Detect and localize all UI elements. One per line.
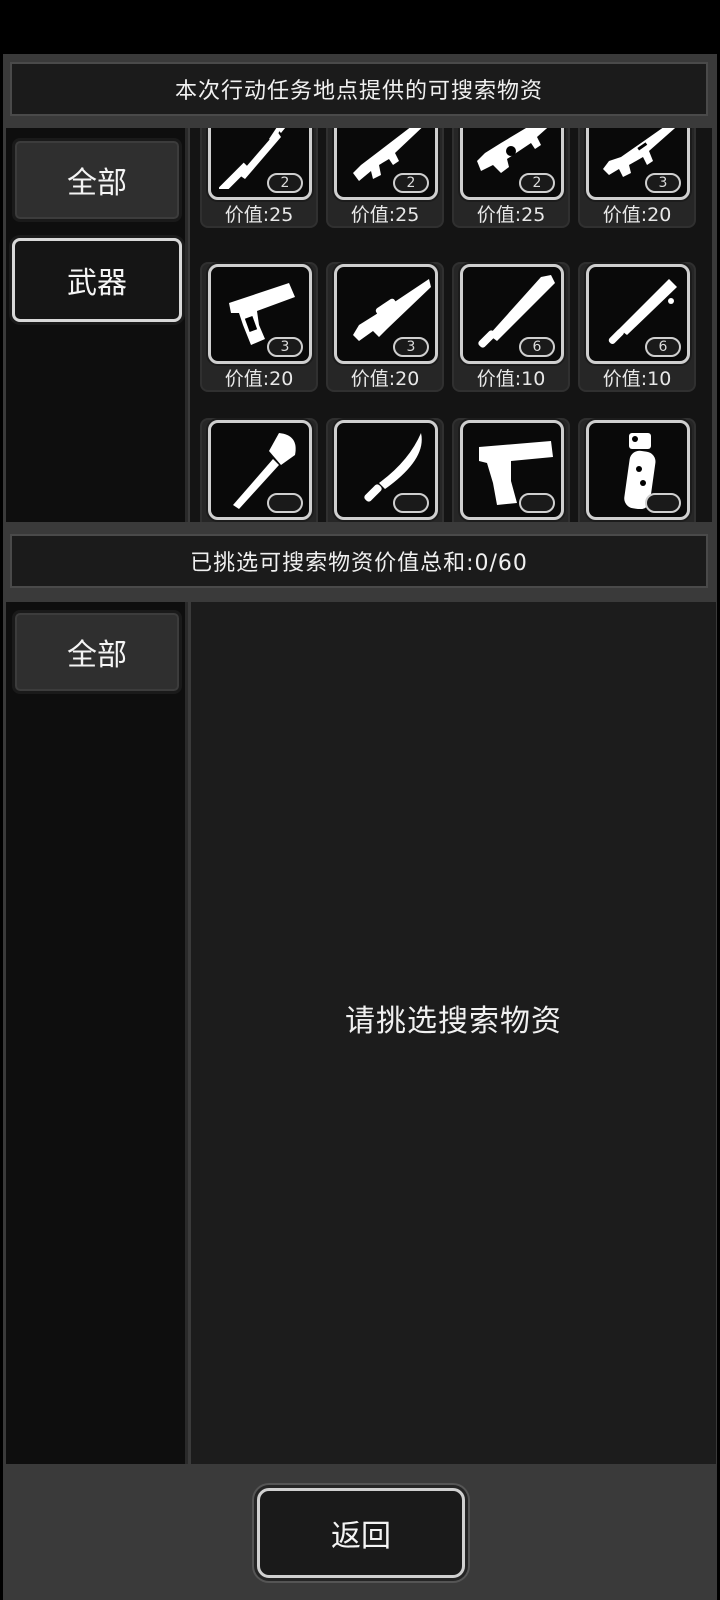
tab-all[interactable]: 全部: [12, 138, 182, 222]
item-count-badge: [393, 493, 429, 513]
footer-bar: 返回: [3, 1466, 717, 1600]
item-thumb: [460, 420, 564, 520]
item-thumb: 6: [586, 264, 690, 364]
item-card[interactable]: 2 价值:25: [326, 128, 444, 228]
item-price: 价值:20: [224, 368, 294, 390]
item-count-badge: [267, 493, 303, 513]
item-count-badge: 6: [519, 337, 555, 357]
item-card[interactable]: 3 价值:20: [200, 262, 318, 392]
item-card[interactable]: 6 价值:10: [578, 262, 696, 392]
item-count-badge: 6: [645, 337, 681, 357]
item-thumb: 2: [460, 128, 564, 200]
item-thumb: 3: [208, 264, 312, 364]
item-price: 价值:25: [476, 204, 546, 226]
item-thumb: [586, 420, 690, 520]
selected-panel-title: 已挑选可搜索物资价值总和:0/60: [10, 534, 708, 588]
item-thumb: 2: [334, 128, 438, 200]
empty-selection-message: 请挑选搜索物资: [345, 1004, 562, 1039]
item-price: 价值:25: [224, 204, 294, 226]
item-thumb: 3: [586, 128, 690, 200]
available-panel-title: 本次行动任务地点提供的可搜索物资: [10, 62, 708, 116]
item-thumb: 2: [208, 128, 312, 200]
back-button[interactable]: 返回: [257, 1488, 465, 1578]
item-card[interactable]: [452, 418, 570, 522]
item-thumb: [334, 420, 438, 520]
item-price: 价值:20: [602, 204, 672, 226]
item-count-badge: 3: [267, 337, 303, 357]
item-count-badge: 3: [645, 173, 681, 193]
item-count-badge: 3: [393, 337, 429, 357]
item-count-badge: [519, 493, 555, 513]
status-bar: [0, 0, 720, 54]
item-card[interactable]: [578, 418, 696, 522]
item-price: 价值:10: [476, 368, 546, 390]
item-thumb: 3: [334, 264, 438, 364]
item-card[interactable]: 2 价值:25: [452, 128, 570, 228]
selected-tab-all[interactable]: 全部: [12, 610, 182, 694]
item-card[interactable]: 3 价值:20: [578, 128, 696, 228]
item-count-badge: [645, 493, 681, 513]
item-price: 价值:20: [350, 368, 420, 390]
item-card[interactable]: [200, 418, 318, 522]
item-price: 价值:25: [350, 204, 420, 226]
item-price: 价值:10: [602, 368, 672, 390]
selected-item-area: 请挑选搜索物资: [191, 602, 716, 1464]
item-count-badge: 2: [393, 173, 429, 193]
item-count-badge: 2: [519, 173, 555, 193]
tab-weapons[interactable]: 武器: [12, 238, 182, 322]
item-card[interactable]: 3 价值:20: [326, 262, 444, 392]
item-thumb: [208, 420, 312, 520]
selected-category-sidebar: 全部: [6, 602, 188, 1464]
item-count-badge: 2: [267, 173, 303, 193]
item-card[interactable]: 6 价值:10: [452, 262, 570, 392]
item-card[interactable]: 2 价值:25: [200, 128, 318, 228]
item-thumb: 6: [460, 264, 564, 364]
available-category-sidebar: 全部 武器: [6, 128, 188, 522]
available-item-grid: 2 价值:25 2 价值:25 2 价值:25 3 价值:20 3 价值:20 …: [190, 128, 712, 522]
item-card[interactable]: [326, 418, 444, 522]
